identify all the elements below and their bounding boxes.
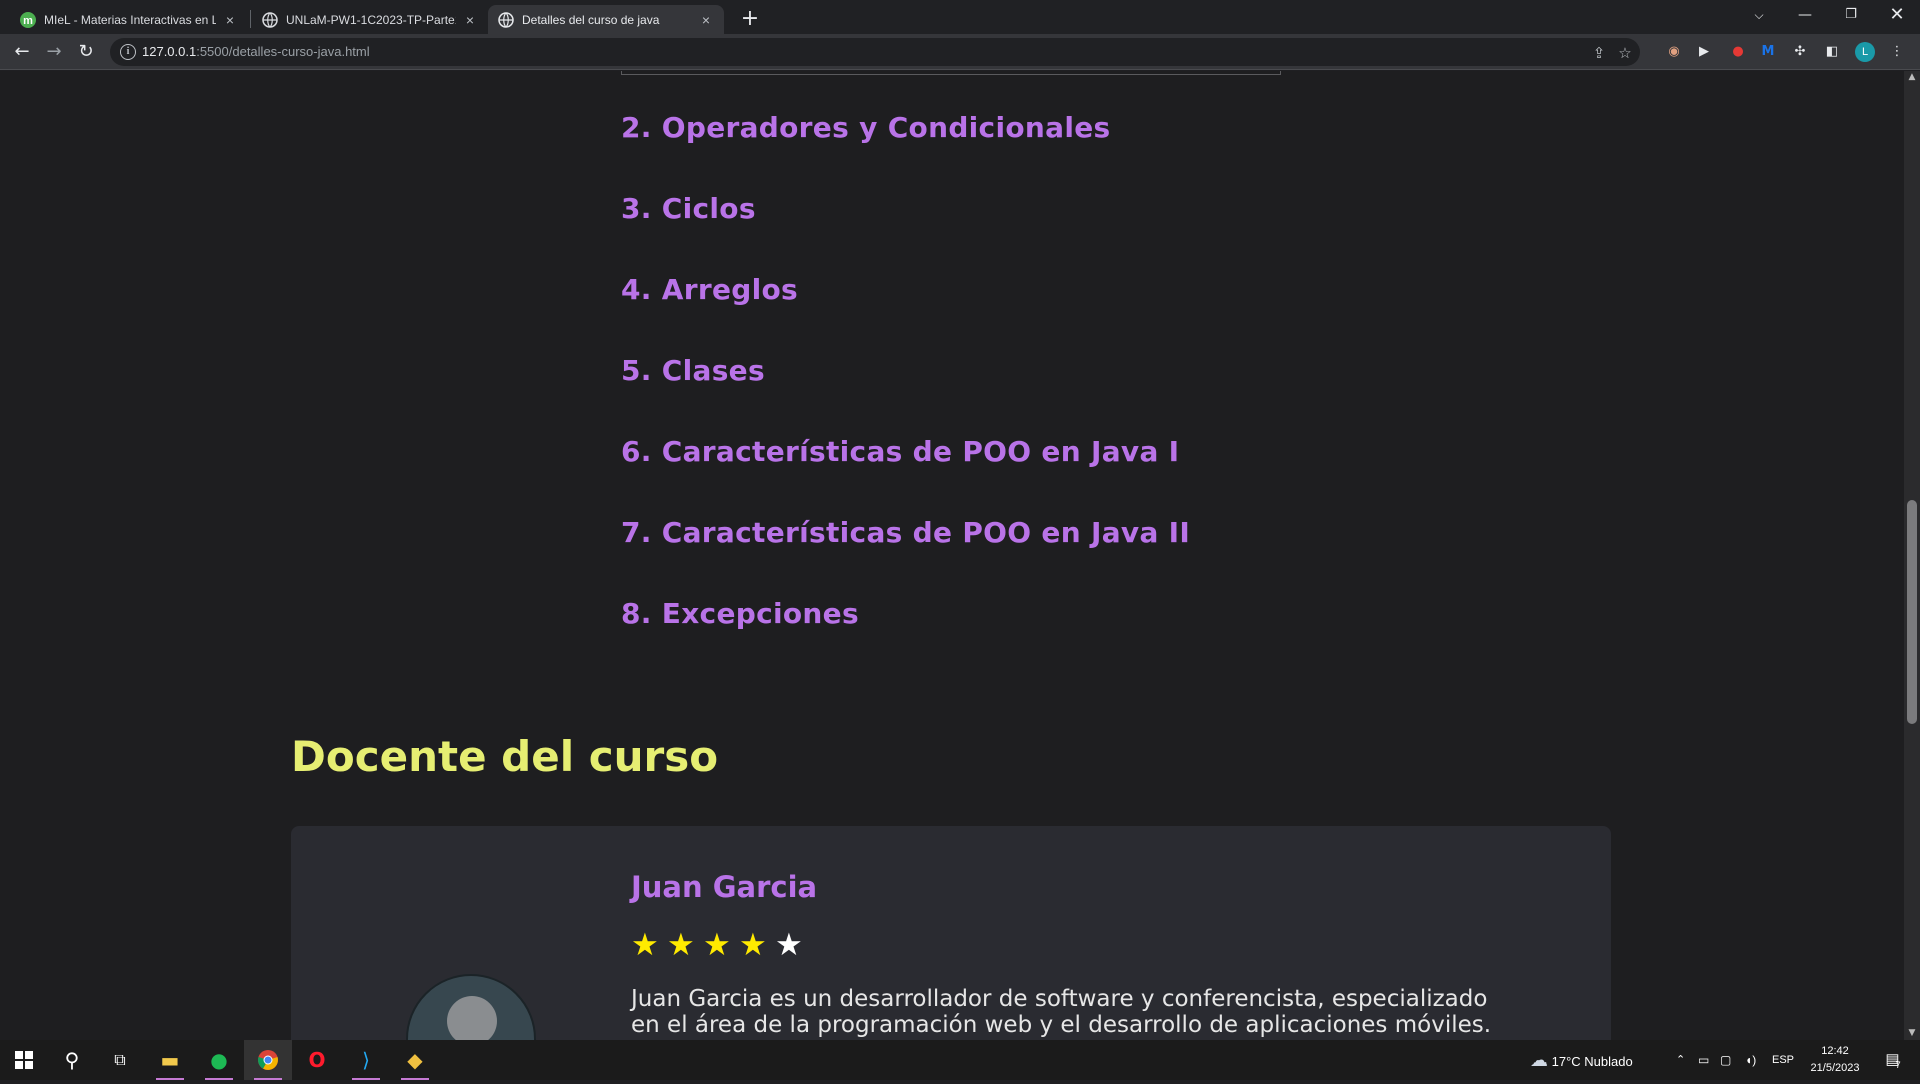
close-window-icon[interactable]: ✕ (1874, 0, 1920, 30)
teacher-section-title: Docente del curso (291, 732, 719, 781)
star-empty-icon: ★ (775, 927, 803, 963)
star-filled-icon: ★ (631, 927, 659, 963)
network-icon[interactable]: ▢ (1720, 1040, 1731, 1080)
teacher-card: Juan Garcia ★ ★ ★ ★ ★ Juan Garcia es un desa… (291, 826, 1611, 1040)
miel-favicon-icon: m (20, 11, 36, 28)
spotify-icon[interactable]: ● (195, 1040, 243, 1080)
weather-widget[interactable]: ☁ 17°C Nublado (1530, 1040, 1633, 1080)
page-viewport: 2. Operadores y Condicionales 3. Ciclos … (0, 71, 1904, 1040)
chrome-icon[interactable] (244, 1040, 292, 1080)
address-bar[interactable]: i 127.0.0.1:5500/detalles-curso-java.htm… (110, 38, 1640, 66)
search-icon[interactable]: ⚲ (48, 1040, 96, 1080)
address-url[interactable]: 127.0.0.1:5500/detalles-curso-java.html (142, 44, 370, 59)
browser-toolbar: ← → ↻ i 127.0.0.1:5500/detalles-curso-ja… (0, 34, 1920, 70)
menu-kebab-icon[interactable]: ⋮ (1887, 42, 1907, 62)
teacher-name: Juan Garcia (631, 870, 818, 904)
scroll-down-arrow-icon[interactable]: ▼ (1906, 1028, 1918, 1038)
volume-icon[interactable]: ◖) (1745, 1040, 1756, 1080)
tab-detalles-curso[interactable]: Detalles del curso de java × (488, 5, 724, 34)
meet-now-icon[interactable]: ▭ (1698, 1040, 1709, 1080)
module-item[interactable]: 7. Características de POO en Java II (621, 516, 1190, 549)
module-item[interactable]: 2. Operadores y Condicionales (621, 111, 1110, 144)
tab-strip: m MIeL - Materias Interactivas en Lí × U… (0, 0, 1920, 34)
tab-title: Detalles del curso de java (522, 12, 660, 27)
globe-icon (498, 11, 514, 28)
task-view-icon[interactable]: ⧉ (96, 1040, 144, 1080)
tab-github[interactable]: UNLaM-PW1-1C2023-TP-Parte1.p × (252, 5, 488, 34)
scroll-up-arrow-icon[interactable]: ▲ (1906, 72, 1918, 82)
scrollbar-thumb[interactable] (1907, 500, 1917, 724)
tab-title: UNLaM-PW1-1C2023-TP-Parte1.p (286, 12, 456, 27)
module-item[interactable]: 6. Características de POO en Java I (621, 435, 1179, 468)
extension-record-icon[interactable]: ● (1728, 42, 1748, 62)
new-tab-button[interactable]: + (736, 6, 764, 34)
tab-title: MIeL - Materias Interactivas en Lí (44, 12, 216, 27)
notification-count: 7 (1895, 1060, 1901, 1070)
tab-miel[interactable]: m MIeL - Materias Interactivas en Lí × (10, 5, 248, 34)
site-info-icon[interactable]: i (120, 44, 136, 60)
globe-icon (262, 11, 278, 28)
rating-stars: ★ ★ ★ ★ ★ (631, 927, 805, 963)
extensions-puzzle-icon[interactable]: ✣ (1790, 42, 1810, 62)
side-panel-icon[interactable]: ◧ (1822, 42, 1842, 62)
clock-date: 21/5/2023 (1810, 1062, 1860, 1074)
module-item[interactable]: 3. Ciclos (621, 192, 756, 225)
cloud-icon: ☁ (1530, 1050, 1548, 1070)
back-arrow-icon[interactable]: ← (8, 38, 36, 66)
tab-separator (250, 10, 251, 28)
teacher-avatar (406, 974, 536, 1040)
windows-taskbar: ⚲ ⧉ ▬ ● O ⟩ ◆ ☁ 17°C Nublado ⌃ ▭ ▢ ◖) ES… (0, 1040, 1920, 1080)
close-tab-icon[interactable]: × (462, 12, 478, 28)
restore-icon[interactable]: ❐ (1828, 0, 1874, 30)
extension-m-icon[interactable]: M (1758, 42, 1778, 62)
clock-time: 12:42 (1821, 1045, 1849, 1057)
avatar-head-icon (447, 996, 497, 1040)
module-item[interactable]: 4. Arreglos (621, 273, 798, 306)
extension-play-icon[interactable]: ▶ (1694, 42, 1714, 62)
tray-chevron-icon[interactable]: ⌃ (1676, 1040, 1685, 1080)
svg-text:m: m (23, 15, 33, 27)
profile-avatar[interactable]: L (1855, 42, 1875, 62)
bookmark-star-icon[interactable]: ☆ (1616, 44, 1634, 62)
weather-text: 17°C Nublado (1551, 1054, 1633, 1069)
opera-icon[interactable]: O (293, 1040, 341, 1080)
module-item[interactable]: 5. Clases (621, 354, 765, 387)
file-explorer-icon[interactable]: ▬ (146, 1040, 194, 1080)
extension-cookie-icon[interactable]: ◉ (1664, 42, 1684, 62)
module-item[interactable]: 8. Excepciones (621, 597, 859, 630)
forward-arrow-icon[interactable]: → (40, 38, 68, 66)
system-clock[interactable]: 12:42 21/5/2023 (1800, 1043, 1870, 1077)
reload-icon[interactable]: ↻ (72, 38, 100, 66)
star-filled-icon: ★ (703, 927, 731, 963)
notification-center-icon[interactable]: ▤7 (1880, 1040, 1910, 1080)
previous-module-box (621, 71, 1281, 75)
windows-start-icon[interactable] (0, 1040, 48, 1080)
star-filled-icon: ★ (739, 927, 767, 963)
minimize-icon[interactable]: — (1782, 0, 1828, 30)
git-kraken-icon[interactable]: ◆ (391, 1040, 439, 1080)
close-tab-icon[interactable]: × (222, 12, 238, 28)
teacher-bio: Juan Garcia es un desarrollador de softw… (631, 986, 1492, 1040)
star-filled-icon: ★ (667, 927, 695, 963)
tab-search-icon[interactable]: ⌵ (1736, 0, 1782, 30)
share-icon[interactable]: ⇪ (1590, 44, 1608, 62)
vscode-icon[interactable]: ⟩ (342, 1040, 390, 1080)
language-indicator[interactable]: ESP (1772, 1040, 1794, 1080)
close-tab-icon[interactable]: × (698, 12, 714, 28)
